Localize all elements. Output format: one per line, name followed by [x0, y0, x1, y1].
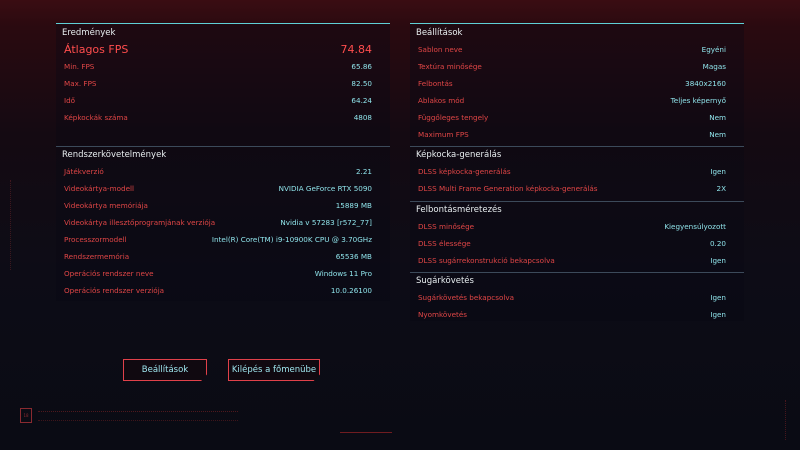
- scaling-section: Felbontásméretezés DLSS minősége Kiegyens…: [410, 201, 744, 269]
- row-value: 4808: [353, 113, 372, 122]
- row-label: DLSS élessége: [418, 239, 471, 248]
- results-title: Eredmények: [62, 28, 116, 38]
- row-label: Nyomkövetés: [418, 310, 467, 319]
- footer-mark-decoration: [340, 432, 392, 435]
- row-label: Sablon neve: [418, 45, 463, 54]
- row-label: Processzormodell: [64, 235, 127, 244]
- framegen-row: DLSS Multi Frame Generation képkocka-gen…: [410, 180, 744, 197]
- row-label: Min. FPS: [64, 62, 95, 71]
- raytracing-section: Sugárkövetés Sugárkövetés bekapcsolva Ige…: [410, 272, 744, 323]
- results-row: Min. FPS 65.86: [56, 58, 390, 75]
- row-label: DLSS minősége: [418, 222, 475, 231]
- scaling-title: Felbontásméretezés: [416, 205, 502, 215]
- left-panel: Eredmények Átlagos FPS 74.84 Min. FPS 65.…: [56, 23, 390, 301]
- settings-row: Maximum FPS Nem: [410, 126, 744, 143]
- row-label: Max. FPS: [64, 79, 97, 88]
- row-value: Teljes képernyő: [670, 96, 726, 105]
- row-label: Rendszermemória: [64, 252, 130, 261]
- settings-button[interactable]: Beállítások: [123, 359, 207, 381]
- avg-fps-row: Átlagos FPS 74.84: [56, 40, 390, 58]
- row-label: Idő: [64, 96, 76, 105]
- row-label: Képkockák száma: [64, 113, 128, 122]
- results-row: Max. FPS 82.50: [56, 75, 390, 92]
- row-label: Sugárkövetés bekapcsolva: [418, 293, 515, 302]
- scaling-row: DLSS minősége Kiegyensúlyozott: [410, 218, 744, 235]
- row-value: 10.0.26100: [330, 286, 372, 295]
- row-value: Nem: [709, 113, 726, 122]
- system-row: Játékverzió 2.21: [56, 163, 390, 180]
- row-value: Igen: [710, 167, 726, 176]
- rating-logo-icon: 18: [20, 408, 32, 423]
- row-value: Egyéni: [701, 45, 726, 54]
- raytracing-title: Sugárkövetés: [416, 276, 474, 286]
- settings-row: Felbontás 3840x2160: [410, 75, 744, 92]
- framegen-title: Képkocka-generálás: [416, 150, 502, 160]
- row-value: Intel(R) Core(TM) i9-10900K CPU @ 3.70GH…: [211, 235, 372, 244]
- row-value: 3840x2160: [685, 79, 726, 88]
- framegen-row: DLSS képkocka-generálás Igen: [410, 163, 744, 180]
- framegen-section: Képkocka-generálás DLSS képkocka-generál…: [410, 146, 744, 197]
- settings-row: Sablon neve Egyéni: [410, 41, 744, 58]
- row-value: Nvidia v 57283 [r572_77]: [280, 218, 372, 227]
- settings-row: Ablakos mód Teljes képernyő: [410, 92, 744, 109]
- scaling-row: DLSS sugárrekonstrukció bekapcsolva Igen: [410, 252, 744, 269]
- avg-fps-label: Átlagos FPS: [64, 42, 129, 56]
- row-label: Ablakos mód: [418, 96, 465, 105]
- side-decoration: [10, 180, 16, 270]
- row-label: Operációs rendszer neve: [64, 269, 154, 278]
- row-value: Magas: [702, 62, 726, 71]
- row-label: Videokártya memóriája: [64, 201, 148, 210]
- row-label: Felbontás: [418, 79, 453, 88]
- system-row: Operációs rendszer neve Windows 11 Pro: [56, 265, 390, 282]
- row-label: Textúra minősége: [418, 62, 482, 71]
- system-row: Processzormodell Intel(R) Core(TM) i9-109…: [56, 231, 390, 248]
- footer-legal-decoration: [38, 411, 238, 421]
- settings-row: Függőleges tengely Nem: [410, 109, 744, 126]
- row-value: 82.50: [351, 79, 372, 88]
- settings-row: Textúra minősége Magas: [410, 58, 744, 75]
- row-value: Kiegyensúlyozott: [664, 222, 726, 231]
- system-row: Videokártya illesztőprogramjának verziój…: [56, 214, 390, 231]
- row-value: 65.86: [351, 62, 372, 71]
- results-row: Képkockák száma 4808: [56, 109, 390, 126]
- row-value: Igen: [710, 293, 726, 302]
- row-value: 2.21: [355, 167, 372, 176]
- system-title: Rendszerkövetelmények: [62, 150, 167, 160]
- system-row: Rendszermemória 65536 MB: [56, 248, 390, 265]
- raytracing-row: Sugárkövetés bekapcsolva Igen: [410, 289, 744, 306]
- row-value: 2X: [716, 184, 727, 193]
- row-label: DLSS képkocka-generálás: [418, 167, 511, 176]
- row-label: Játékverzió: [64, 167, 104, 176]
- system-row: Videokártya-modell NVIDIA GeForce RTX 509…: [56, 180, 390, 197]
- row-value: 64.24: [351, 96, 372, 105]
- system-section: Rendszerkövetelmények Játékverzió 2.21 Vi…: [56, 146, 390, 299]
- row-label: DLSS sugárrekonstrukció bekapcsolva: [418, 256, 555, 265]
- system-row: Operációs rendszer verziója 10.0.26100: [56, 282, 390, 299]
- row-value: 0.20: [709, 239, 726, 248]
- right-panel: Beállítások Sablon neve Egyéni Textúra mi…: [410, 23, 744, 321]
- row-value: Igen: [710, 310, 726, 319]
- raytracing-row: Nyomkövetés Igen: [410, 306, 744, 323]
- results-row: Idő 64.24: [56, 92, 390, 109]
- row-value: 15889 MB: [335, 201, 372, 210]
- row-value: NVIDIA GeForce RTX 5090: [278, 184, 372, 193]
- row-label: Függőleges tengely: [418, 113, 489, 122]
- row-value: Windows 11 Pro: [314, 269, 372, 278]
- results-list: Min. FPS 65.86 Max. FPS 82.50 Idő 64.24 Kép…: [56, 58, 390, 126]
- row-label: Videokártya-modell: [64, 184, 134, 193]
- row-value: 65536 MB: [335, 252, 372, 261]
- row-label: Videokártya illesztőprogramjának verziój…: [64, 218, 216, 227]
- system-row: Videokártya memóriája 15889 MB: [56, 197, 390, 214]
- right-edge-decoration: [776, 400, 786, 440]
- row-label: Maximum FPS: [418, 130, 469, 139]
- settings-title: Beállítások: [416, 28, 463, 38]
- scaling-row: DLSS élessége 0.20: [410, 235, 744, 252]
- row-value: Igen: [710, 256, 726, 265]
- avg-fps-value: 74.84: [340, 42, 373, 56]
- row-label: DLSS Multi Frame Generation képkocka-gen…: [418, 184, 598, 193]
- exit-to-main-menu-button[interactable]: Kilépés a főmenübe: [228, 359, 320, 381]
- row-label: Operációs rendszer verziója: [64, 286, 165, 295]
- row-value: Nem: [709, 130, 726, 139]
